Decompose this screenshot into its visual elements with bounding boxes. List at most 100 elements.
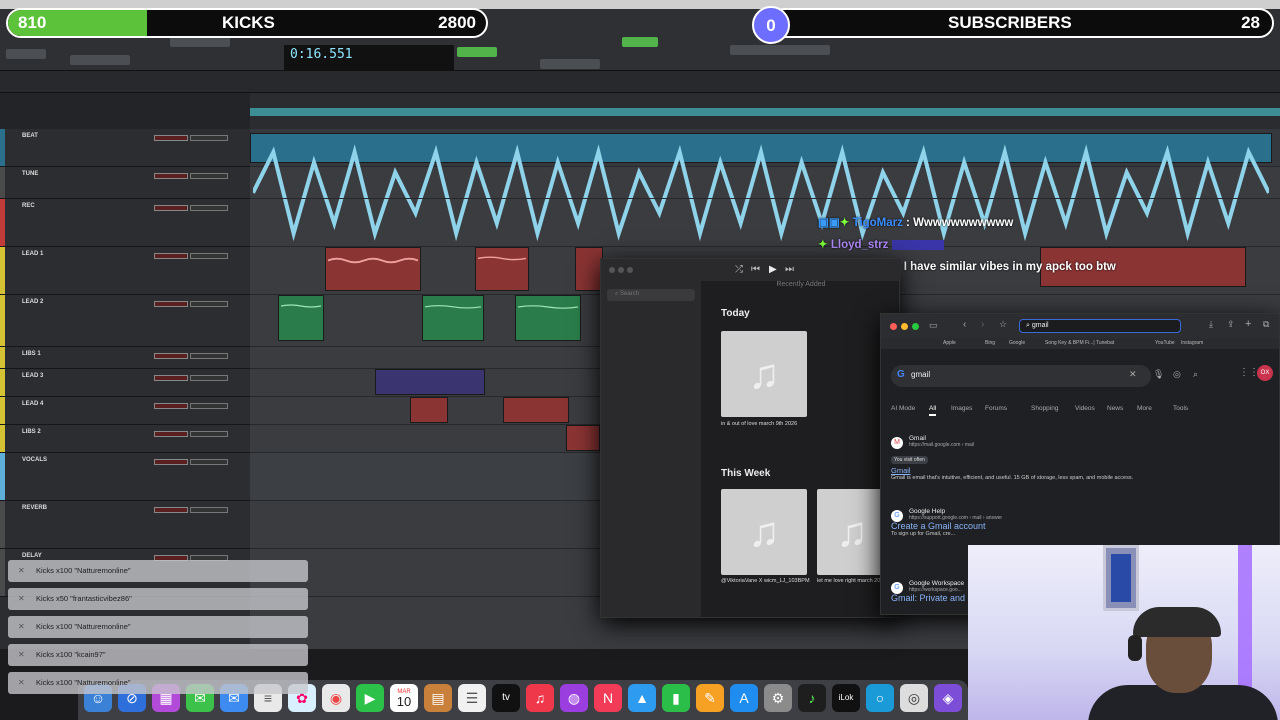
facetime-icon[interactable]: ▶ bbox=[356, 684, 384, 712]
zoom-icon[interactable] bbox=[912, 323, 919, 330]
track-name[interactable]: REC bbox=[22, 203, 35, 209]
plugin-slot[interactable] bbox=[154, 173, 188, 179]
calendar-icon[interactable]: MAR 10 bbox=[390, 684, 418, 712]
timeline-ruler[interactable] bbox=[0, 71, 1280, 93]
track-name[interactable]: TUNE bbox=[22, 171, 38, 177]
audio-clip[interactable] bbox=[575, 247, 603, 291]
forward-icon[interactable]: › bbox=[981, 319, 984, 330]
plugin-slot[interactable] bbox=[154, 375, 188, 381]
audio-clip[interactable] bbox=[375, 369, 485, 395]
keynote-icon[interactable]: ▲ bbox=[628, 684, 656, 712]
audio-clip[interactable] bbox=[475, 247, 529, 291]
track-strip[interactable]: TUNE bbox=[0, 167, 250, 199]
search-tab[interactable]: Videos bbox=[1075, 405, 1095, 412]
track-strip[interactable]: BEAT bbox=[0, 129, 250, 167]
transport-controls[interactable] bbox=[540, 59, 600, 69]
lane-tune[interactable] bbox=[250, 167, 1280, 199]
track-strip[interactable]: VOCALS bbox=[0, 453, 250, 501]
io-slot[interactable] bbox=[190, 353, 228, 359]
lane-rec[interactable] bbox=[250, 199, 1280, 247]
search-tab[interactable]: Tools bbox=[1173, 405, 1188, 412]
new-tab-icon[interactable]: + bbox=[1245, 318, 1251, 330]
notes-app-icon[interactable]: ▤ bbox=[424, 684, 452, 712]
search-tab[interactable]: More bbox=[1137, 405, 1152, 412]
lane-beat[interactable] bbox=[250, 129, 1280, 242]
url-bar[interactable]: ⌕ gmail bbox=[1019, 319, 1181, 333]
audio-clip[interactable] bbox=[566, 425, 600, 451]
toolbar-button[interactable] bbox=[70, 55, 130, 65]
chrome-icon[interactable]: ◉ bbox=[322, 684, 350, 712]
track-strip[interactable]: REVERB bbox=[0, 501, 250, 549]
bookmark-icon[interactable]: ☆ bbox=[999, 319, 1007, 330]
beat-clip[interactable] bbox=[250, 133, 1272, 242]
result-link[interactable]: Gmail bbox=[891, 466, 1271, 475]
obs-icon[interactable]: ◈ bbox=[934, 684, 962, 712]
io-slot[interactable] bbox=[190, 375, 228, 381]
search-tab[interactable]: Shopping bbox=[1031, 405, 1058, 412]
close-icon[interactable]: ✕ bbox=[18, 644, 25, 666]
track-strip[interactable]: LEAD 2 bbox=[0, 295, 250, 347]
album-art[interactable]: ♫ bbox=[817, 489, 887, 575]
favorite-link[interactable]: Apple bbox=[943, 340, 956, 346]
account-avatar[interactable]: OX bbox=[1257, 365, 1273, 381]
plugin-slot[interactable] bbox=[154, 205, 188, 211]
audio-clip[interactable] bbox=[422, 295, 484, 341]
track-strip[interactable]: LIBS 1 bbox=[0, 347, 250, 369]
settings-icon[interactable]: ⚙ bbox=[764, 684, 792, 712]
plugin-slot[interactable] bbox=[154, 431, 188, 437]
io-slot[interactable] bbox=[190, 507, 228, 513]
screenshot-icon[interactable]: ◎ bbox=[900, 684, 928, 712]
ilok-icon[interactable]: iLok bbox=[832, 684, 860, 712]
album-art[interactable]: ♫ bbox=[721, 331, 807, 417]
music-search[interactable]: ⌕ Search bbox=[607, 289, 695, 301]
sidebar-icon[interactable]: ▭ bbox=[929, 320, 938, 331]
plugin-slot[interactable] bbox=[154, 459, 188, 465]
close-icon[interactable]: ✕ bbox=[18, 672, 25, 694]
back-icon[interactable]: ‹ bbox=[963, 319, 966, 330]
favorite-link[interactable]: Instagram bbox=[1181, 340, 1203, 346]
numbers-icon[interactable]: ▮ bbox=[662, 684, 690, 712]
app-store-icon[interactable]: A bbox=[730, 684, 758, 712]
io-slot[interactable] bbox=[190, 403, 228, 409]
io-slot[interactable] bbox=[190, 205, 228, 211]
close-icon[interactable] bbox=[890, 323, 897, 330]
close-icon[interactable]: ✕ bbox=[18, 616, 25, 638]
google-search-box[interactable]: G gmail ✕ 🎙 ◎ ⌕ bbox=[891, 365, 1198, 387]
plugin-slot[interactable] bbox=[154, 507, 188, 513]
plugin-slot[interactable] bbox=[154, 135, 188, 141]
lens-icon[interactable]: ◎ bbox=[1173, 369, 1181, 380]
search-tab[interactable]: Images bbox=[951, 405, 972, 412]
grid-nudge-controls[interactable] bbox=[730, 45, 830, 55]
search-tab[interactable]: All bbox=[929, 405, 937, 416]
toolbar-button[interactable] bbox=[170, 37, 230, 47]
minimize-icon[interactable] bbox=[901, 323, 908, 330]
logic-icon[interactable]: ♪ bbox=[798, 684, 826, 712]
apple-tv-icon[interactable]: tv bbox=[492, 684, 520, 712]
pages-icon[interactable]: ✎ bbox=[696, 684, 724, 712]
track-strip[interactable]: LIBS 2 bbox=[0, 425, 250, 453]
favorite-link[interactable]: Google bbox=[1009, 340, 1025, 346]
shuffle-icon[interactable]: ⤮ bbox=[735, 264, 743, 275]
result-link[interactable]: Create a Gmail account bbox=[891, 521, 1271, 531]
io-slot[interactable] bbox=[190, 301, 228, 307]
previous-icon[interactable]: ⏮ bbox=[751, 264, 760, 275]
tabs-icon[interactable]: ⧉ bbox=[1263, 319, 1269, 330]
download-icon[interactable]: ⤓ bbox=[1209, 319, 1213, 330]
minimize-icon[interactable] bbox=[618, 267, 624, 273]
track-name[interactable]: DELAY bbox=[22, 553, 42, 559]
audio-clip[interactable] bbox=[278, 295, 324, 341]
audio-clip[interactable] bbox=[515, 295, 581, 341]
io-slot[interactable] bbox=[190, 253, 228, 259]
track-name[interactable]: VOCALS bbox=[22, 457, 47, 463]
search-tab[interactable]: Forums bbox=[985, 405, 1007, 412]
favorite-link[interactable]: Bing bbox=[985, 340, 995, 346]
plugin-slot[interactable] bbox=[154, 253, 188, 259]
search-icon[interactable]: ⌕ bbox=[1193, 369, 1198, 380]
track-name[interactable]: LIBS 1 bbox=[22, 351, 41, 357]
play-icon[interactable]: ▶ bbox=[769, 264, 777, 275]
track-name[interactable]: LEAD 1 bbox=[22, 251, 43, 257]
favorite-link[interactable]: Song Key & BPM Fi...| Tunebat bbox=[1045, 340, 1114, 346]
news-icon[interactable]: N bbox=[594, 684, 622, 712]
album-art[interactable]: ♫ bbox=[721, 489, 807, 575]
io-slot[interactable] bbox=[190, 431, 228, 437]
